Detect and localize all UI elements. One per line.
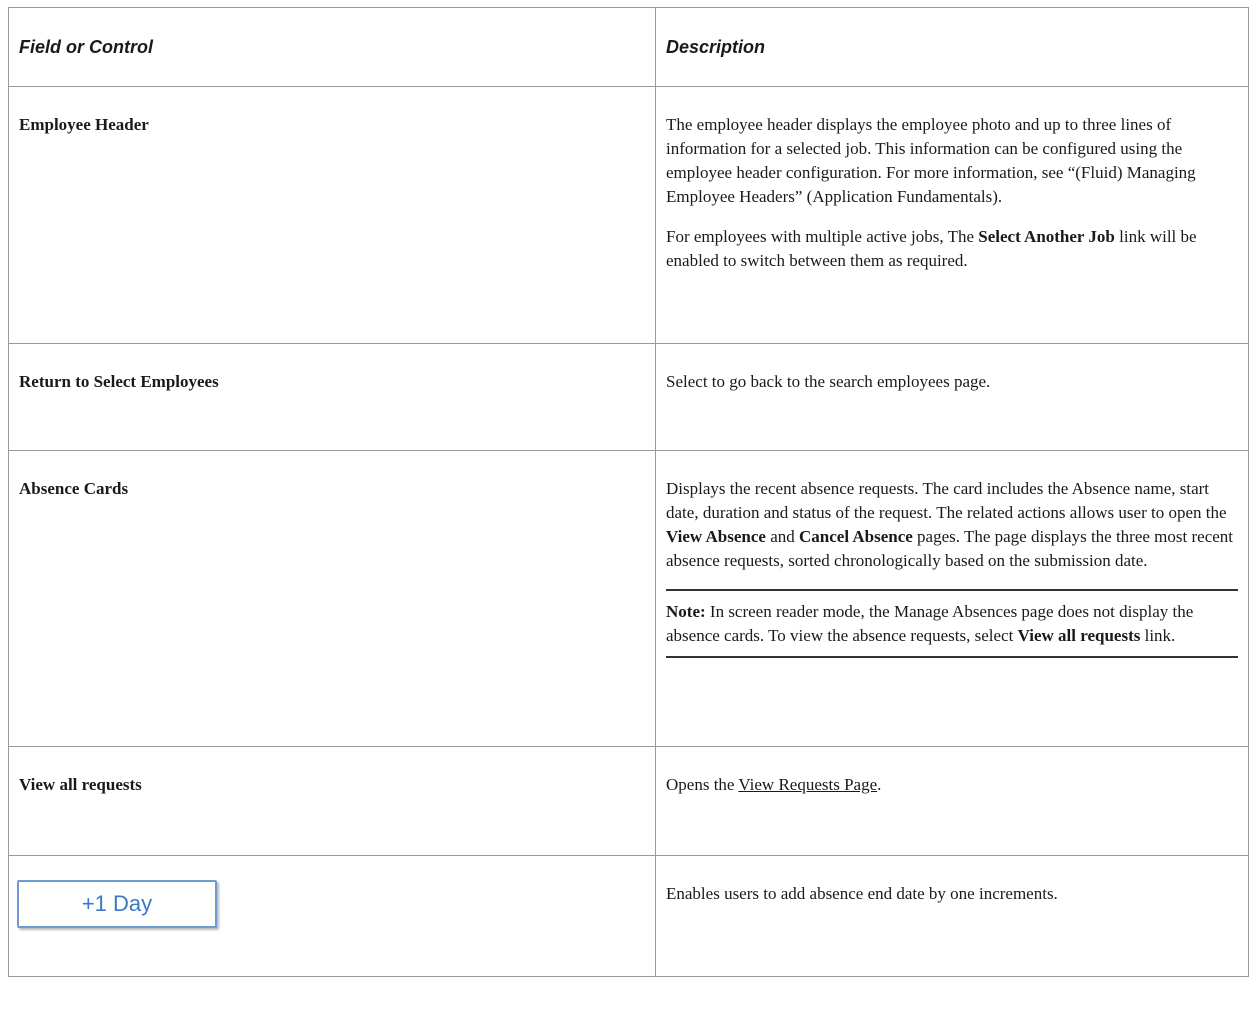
field-cell: Employee Header [8,86,656,344]
field-cell: Return to Select Employees [8,343,656,451]
text-run: Opens the [666,775,739,794]
text-run: . [877,775,882,794]
description-cell: The employee header displays the employe… [655,86,1249,344]
note-label: Note: [666,602,706,621]
note-text: link. [1140,626,1176,645]
bold-term-view-absence: View Absence [666,527,766,546]
table-header-row: Field or Control Description [8,7,1249,87]
field-name-view-all-requests: View all requests [19,775,142,794]
view-requests-page-link[interactable]: View Requests Page [738,775,877,794]
description-text: The employee header displays the employe… [666,115,1196,206]
description-cell: Enables users to add absence end date by… [655,855,1249,977]
table-row-return-to-select-employees: Return to Select Employees Select to go … [8,343,1249,451]
table-row-view-all-requests: View all requests Opens the View Request… [8,746,1249,856]
field-cell: Absence Cards [8,450,656,747]
description-text: For employees with multiple active jobs,… [666,225,1238,273]
description-text: Select to go back to the search employee… [666,372,991,391]
bold-term-select-another-job: Select Another Job [978,227,1115,246]
description-cell: Displays the recent absence requests. Th… [655,450,1249,747]
header-field-or-control: Field or Control [8,7,656,87]
field-name-employee-header: Employee Header [19,115,149,134]
plus-one-day-button[interactable]: +1 Day [17,880,217,928]
field-description-table: Field or Control Description Employee He… [8,7,1249,977]
note-box: Note: In screen reader mode, the Manage … [666,589,1238,658]
bold-term-view-all-requests: View all requests [1017,626,1141,645]
bold-term-cancel-absence: Cancel Absence [799,527,913,546]
description-text: Displays the recent absence requests. Th… [666,477,1238,573]
text-run: For employees with multiple active jobs,… [666,227,979,246]
header-description: Description [655,7,1249,87]
field-cell: View all requests [8,746,656,856]
table-row-plus-one-day: +1 Day Enables users to add absence end … [8,855,1249,977]
text-run: Displays the recent absence requests. Th… [666,479,1227,522]
table-row-employee-header: Employee Header The employee header disp… [8,86,1249,344]
field-name-return-to-select-employees: Return to Select Employees [19,372,219,391]
description-cell: Select to go back to the search employee… [655,343,1249,451]
text-run: and [765,527,799,546]
description-cell: Opens the View Requests Page. [655,746,1249,856]
table-row-absence-cards: Absence Cards Displays the recent absenc… [8,450,1249,747]
description-text: Opens the View Requests Page. [666,773,1238,797]
field-name-absence-cards: Absence Cards [19,479,129,498]
field-cell: +1 Day [8,855,656,977]
description-text: Enables users to add absence end date by… [666,884,1058,903]
